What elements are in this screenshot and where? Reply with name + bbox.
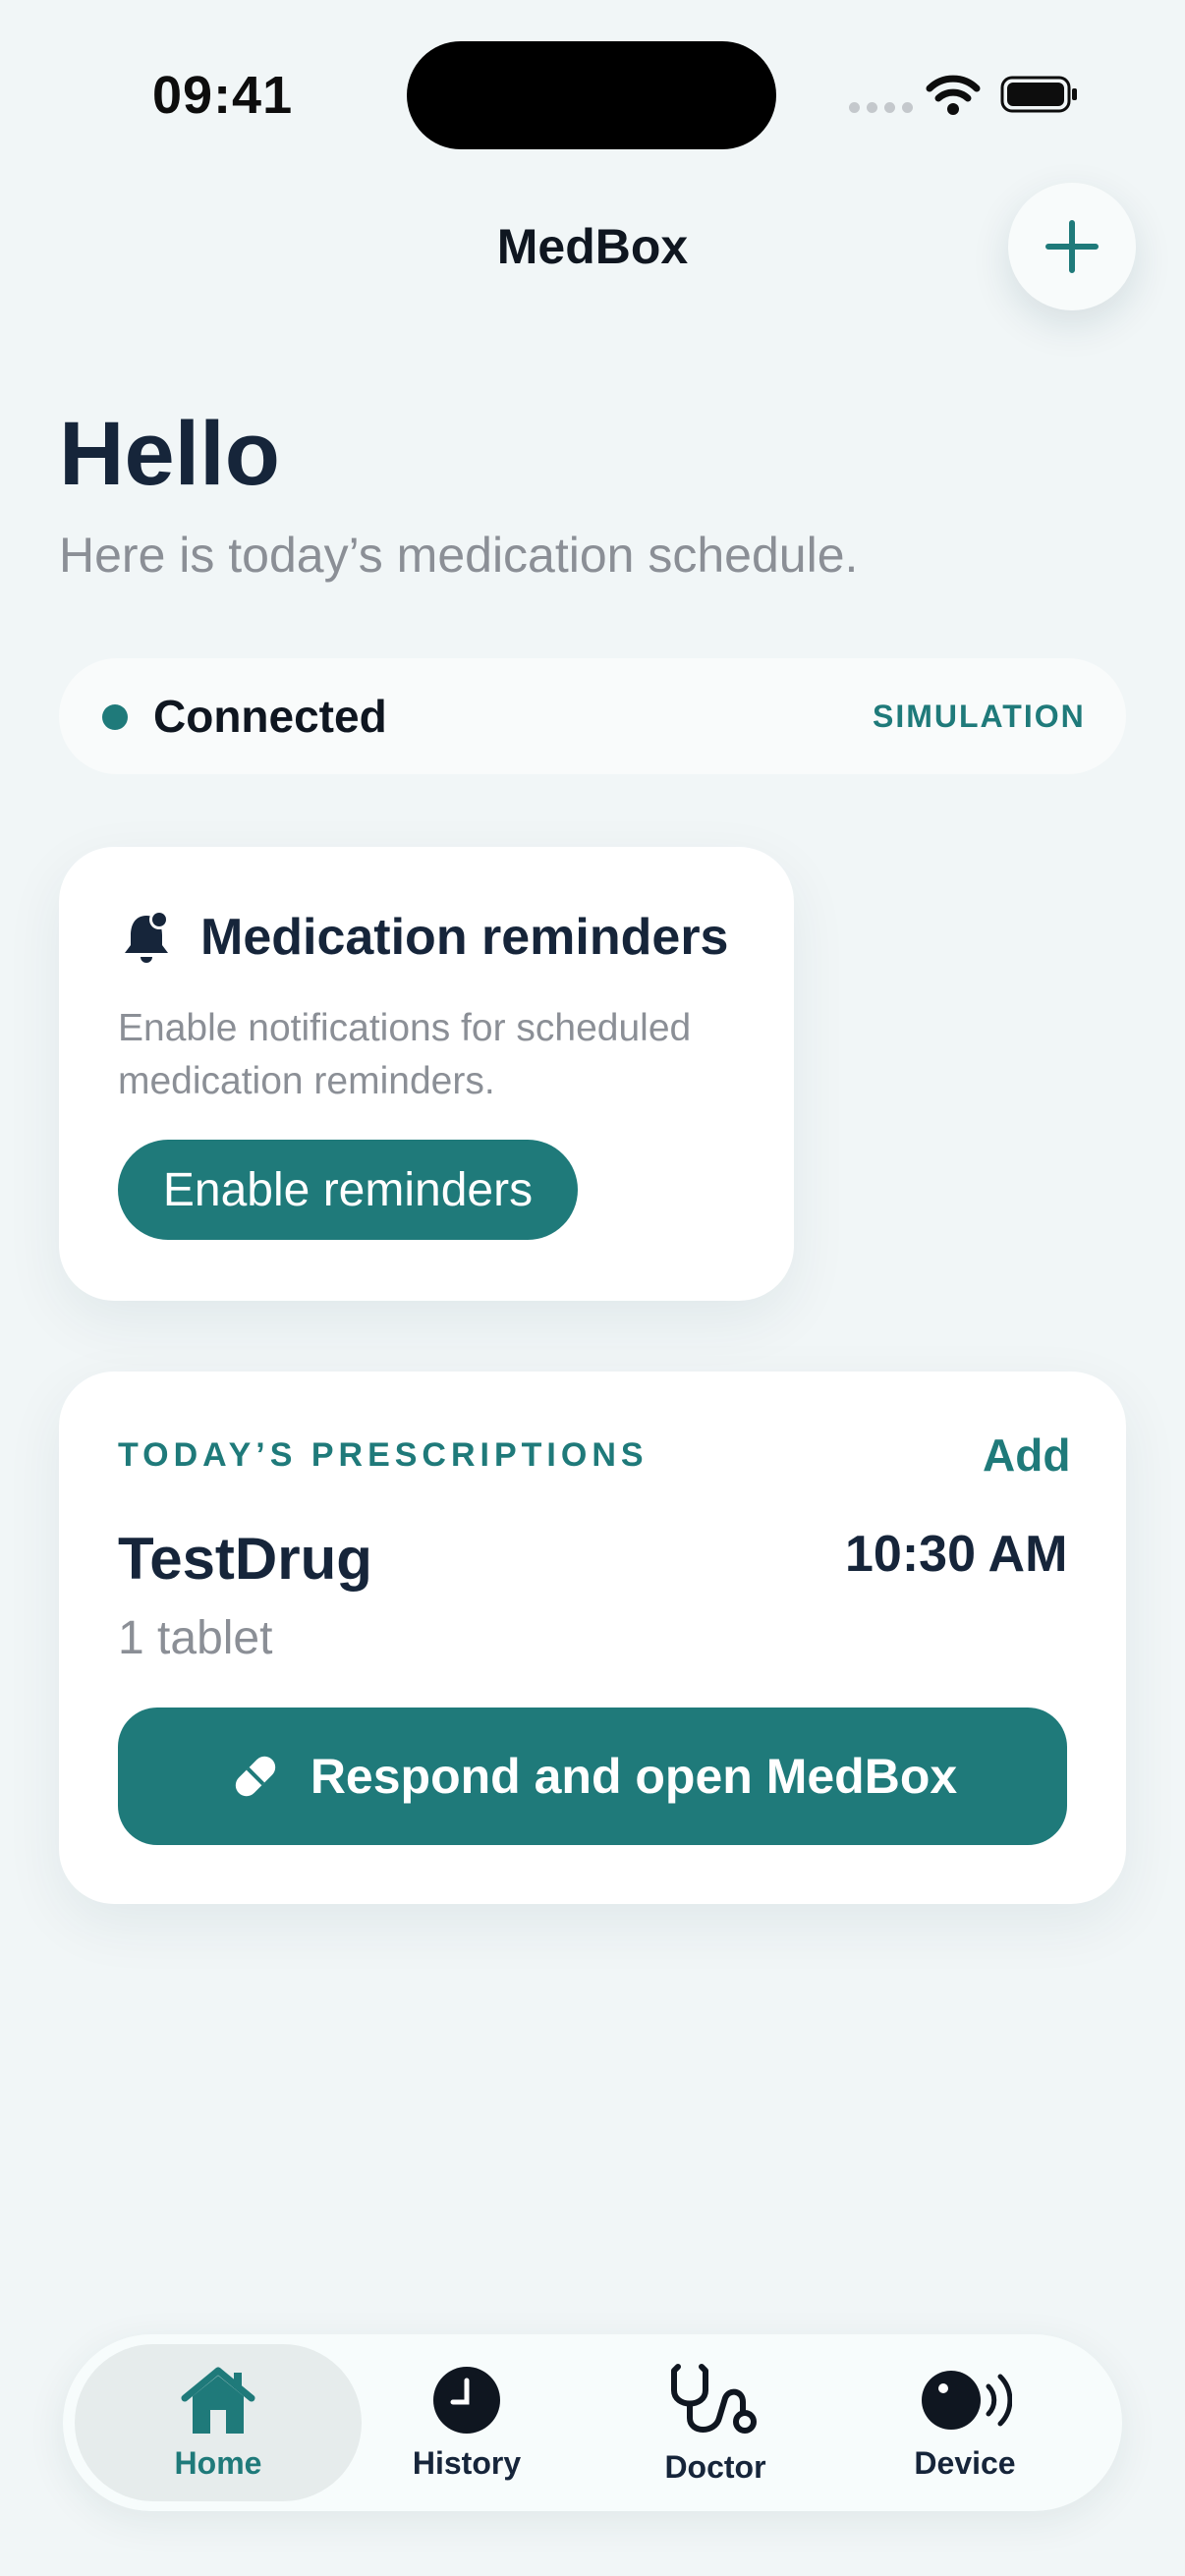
drug-dose: 1 tablet [118,1612,273,1664]
device-signal-icon [922,2370,1012,2430]
status-time: 09:41 [152,66,294,125]
house-icon [181,2367,255,2434]
respond-button-label: Respond and open MedBox [310,1749,958,1804]
enable-reminders-button[interactable]: Enable reminders [118,1140,578,1240]
drug-name: TestDrug [118,1526,372,1592]
page-subtitle: Here is today’s medication schedule. [59,528,859,583]
page-title: Hello [59,404,280,504]
prescriptions-heading: TODAY’S PRESCRIPTIONS [118,1436,649,1474]
battery-icon [1000,76,1077,113]
drug-time: 10:30 AM [845,1526,1068,1583]
reminders-description: Enable notifications for scheduled medic… [118,1007,692,1102]
stethoscope-icon [671,2363,757,2434]
respond-open-medbox-button[interactable]: Respond and open MedBox [118,1708,1067,1845]
pill-icon [235,1756,276,1797]
add-prescription-link[interactable]: Add [983,1428,1070,1482]
connection-status-label: Connected [153,691,387,742]
tab-history[interactable]: History [371,2344,562,2501]
tab-device[interactable]: Device [869,2344,1061,2501]
clock-icon [433,2366,500,2434]
reminders-title: Medication reminders [200,909,729,966]
wifi-icon [926,75,981,115]
plus-icon [1045,220,1099,273]
dynamic-island [407,41,776,149]
tab-home[interactable]: Home [75,2344,362,2501]
cellular-signal-icon [849,102,913,113]
tab-doctor[interactable]: Doctor [619,2344,812,2501]
bell-badge-icon [125,910,169,963]
add-button[interactable] [1008,183,1136,310]
tab-doctor-label: Doctor [664,2448,766,2485]
tab-history-label: History [412,2444,522,2481]
tab-device-label: Device [914,2444,1016,2481]
tab-home-label: Home [174,2444,262,2481]
connection-dot-icon [102,704,128,730]
simulation-badge: SIMULATION [873,699,1086,734]
